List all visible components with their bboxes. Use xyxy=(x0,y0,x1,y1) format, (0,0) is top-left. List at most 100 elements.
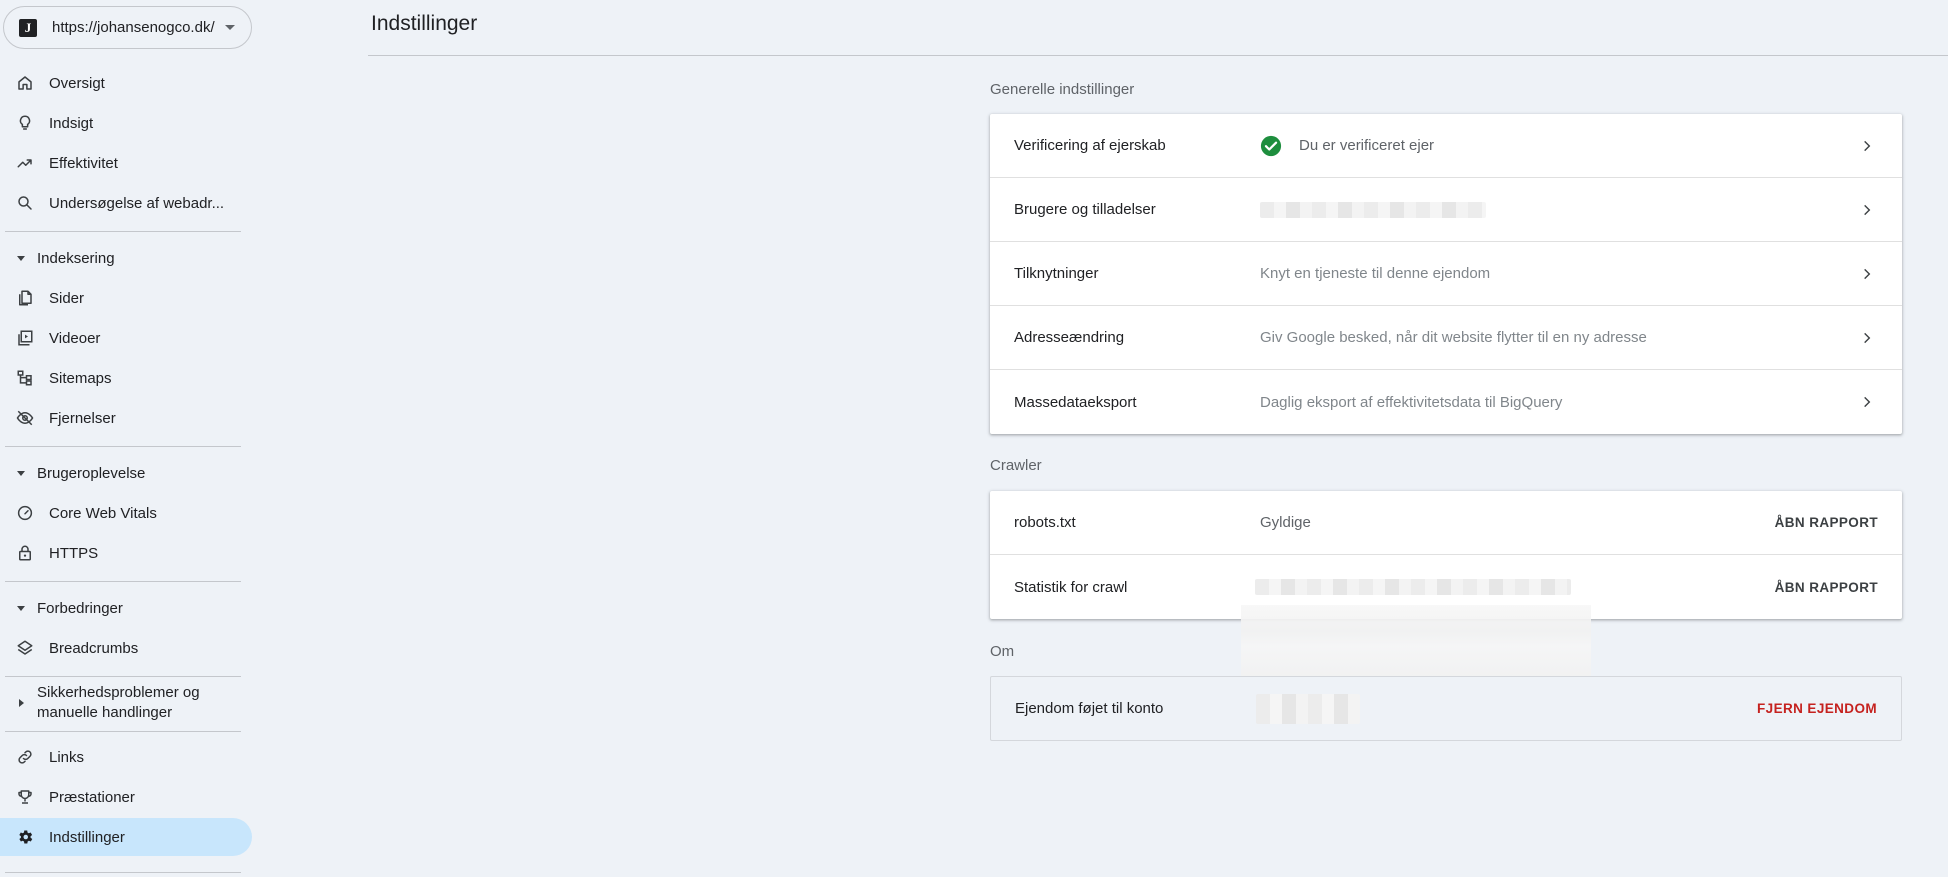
general-settings-heading: Generelle indstillinger xyxy=(990,81,1135,98)
ownership-status: Du er verificeret ejer xyxy=(1260,135,1434,157)
nav-label: Undersøgelse af webadr... xyxy=(49,194,225,212)
nav-item-breadcrumbs[interactable]: Breadcrumbs xyxy=(0,629,252,667)
redacted-block xyxy=(1255,579,1571,595)
remove-property-button[interactable]: FJERN EJENDOM xyxy=(1757,701,1877,716)
video-library-icon xyxy=(16,329,34,347)
lock-icon xyxy=(16,544,34,562)
layers-icon xyxy=(16,639,34,657)
nav-item-performance[interactable]: Effektivitet xyxy=(0,144,252,182)
chevron-right-icon xyxy=(1864,140,1871,151)
row-title: Adresseændring xyxy=(1014,329,1125,346)
nav-label: Oversigt xyxy=(49,74,105,92)
nav-item-overview[interactable]: Oversigt xyxy=(0,64,252,102)
search-icon xyxy=(16,194,34,212)
nav-divider xyxy=(5,581,241,582)
chevron-right-icon xyxy=(1864,396,1871,408)
crawler-heading: Crawler xyxy=(990,457,1042,474)
users-redacted xyxy=(1260,201,1486,218)
row-value: Knyt en tjeneste til denne ejendom xyxy=(1260,265,1491,282)
nav-label: Effektivitet xyxy=(49,154,118,172)
crawler-card: robots.txt Gyldige ÅBN RAPPORT Statistik… xyxy=(990,491,1902,619)
home-icon xyxy=(16,74,34,92)
section-label: Sikkerhedsproblemer og manuelle handling… xyxy=(37,684,200,721)
row-title: Brugere og tilladelser xyxy=(1014,201,1156,218)
nav-divider xyxy=(5,446,241,447)
row-title: Statistik for crawl xyxy=(1014,578,1128,596)
section-label: Indeksering xyxy=(37,249,115,267)
header-divider xyxy=(368,55,1948,56)
settings-row-users[interactable]: Brugere og tilladelser xyxy=(990,178,1902,242)
caret-down-icon xyxy=(17,605,25,611)
nav-item-videos[interactable]: Videoer xyxy=(0,319,252,357)
page-title: Indstillinger xyxy=(371,12,478,35)
row-title: Ejendom føjet til konto xyxy=(1015,700,1164,717)
row-title: Massedataeksport xyxy=(1014,393,1137,411)
nav-item-settings[interactable]: Indstillinger xyxy=(0,818,252,856)
section-enhancements-toggle[interactable]: Forbedringer xyxy=(0,598,252,618)
nav-label: Fjernelser xyxy=(49,409,116,427)
about-heading: Om xyxy=(990,643,1015,660)
nav-divider xyxy=(5,872,241,873)
nav-label: Indstillinger xyxy=(49,828,125,846)
row-value: Giv Google besked, når dit website flytt… xyxy=(1260,329,1647,346)
lightbulb-icon xyxy=(16,114,34,132)
gear-icon xyxy=(16,828,34,846)
property-url: https://johansenogco.dk/ xyxy=(52,19,215,36)
section-experience-toggle[interactable]: Brugeroplevelse xyxy=(0,463,252,483)
section-label: Forbedringer xyxy=(37,599,123,617)
nav-label: HTTPS xyxy=(49,544,99,562)
nav-label: Core Web Vitals xyxy=(49,504,157,522)
general-settings-card: Verificering af ejerskab Du er verificer… xyxy=(990,114,1902,434)
property-selector[interactable]: J https://johansenogco.dk/ xyxy=(3,6,252,49)
about-row-added: Ejendom føjet til konto FJERN EJENDOM xyxy=(991,677,1901,740)
property-logo: J xyxy=(19,18,37,37)
caret-down-icon xyxy=(17,470,25,476)
crawl-stats-redacted xyxy=(1255,579,1571,595)
nav-label: Indsigt xyxy=(49,114,94,132)
row-title: Tilknytninger xyxy=(1014,265,1099,282)
sitemap-icon xyxy=(16,369,34,387)
caret-right-icon xyxy=(19,699,24,707)
sidebar: J https://johansenogco.dk/ Oversigt Inds… xyxy=(0,0,260,877)
nav-label: Sitemaps xyxy=(49,369,112,387)
chevron-right-icon xyxy=(1864,268,1871,279)
nav-item-insights[interactable]: Indsigt xyxy=(0,104,252,142)
crawler-row-robots: robots.txt Gyldige ÅBN RAPPORT xyxy=(990,491,1902,555)
open-report-button[interactable]: ÅBN RAPPORT xyxy=(1775,580,1878,595)
settings-row-ownership[interactable]: Verificering af ejerskab Du er verificer… xyxy=(990,114,1902,178)
settings-row-associations[interactable]: Tilknytninger Knyt en tjeneste til denne… xyxy=(990,242,1902,306)
redacted-block xyxy=(1256,693,1360,724)
visibility-off-icon xyxy=(16,409,34,427)
nav-item-https[interactable]: HTTPS xyxy=(0,534,252,572)
nav-item-removals[interactable]: Fjernelser xyxy=(0,399,252,437)
nav-item-core-web-vitals[interactable]: Core Web Vitals xyxy=(0,494,252,532)
row-value: Du er verificeret ejer xyxy=(1299,137,1435,154)
nav-label: Sider xyxy=(49,289,85,307)
settings-row-bulk-export[interactable]: Massedataeksport Daglig eksport af effek… xyxy=(990,370,1902,434)
nav-item-pages[interactable]: Sider xyxy=(0,279,252,317)
redacted-overlay xyxy=(1241,605,1591,680)
nav-label: Breadcrumbs xyxy=(49,639,139,657)
section-indexing-toggle[interactable]: Indeksering xyxy=(0,248,252,268)
nav-label: Videoer xyxy=(49,329,101,347)
nav-item-links[interactable]: Links xyxy=(0,738,252,776)
trending-up-icon xyxy=(16,154,34,172)
nav-divider xyxy=(5,231,241,232)
date-redacted xyxy=(1256,693,1360,724)
trophy-icon xyxy=(16,788,34,806)
nav-item-sitemaps[interactable]: Sitemaps xyxy=(0,359,252,397)
row-value: Daglig eksport af effektivitetsdata til … xyxy=(1260,393,1563,411)
section-security-toggle[interactable]: Sikkerhedsproblemer og manuelle handling… xyxy=(0,683,252,723)
about-card: Ejendom føjet til konto FJERN EJENDOM xyxy=(990,676,1902,741)
open-report-button[interactable]: ÅBN RAPPORT xyxy=(1775,515,1878,530)
nav-item-achievements[interactable]: Præstationer xyxy=(0,778,252,816)
nav-divider xyxy=(5,731,241,732)
nav-label: Links xyxy=(49,748,85,766)
row-value: Gyldige xyxy=(1260,514,1311,531)
redacted-block xyxy=(1260,201,1486,218)
section-label: Brugeroplevelse xyxy=(37,464,146,482)
chevron-right-icon xyxy=(1864,204,1871,215)
nav-item-url-inspection[interactable]: Undersøgelse af webadr... xyxy=(0,184,252,222)
row-title: robots.txt xyxy=(1014,514,1076,531)
settings-row-change-of-address[interactable]: Adresseændring Giv Google besked, når di… xyxy=(990,306,1902,370)
